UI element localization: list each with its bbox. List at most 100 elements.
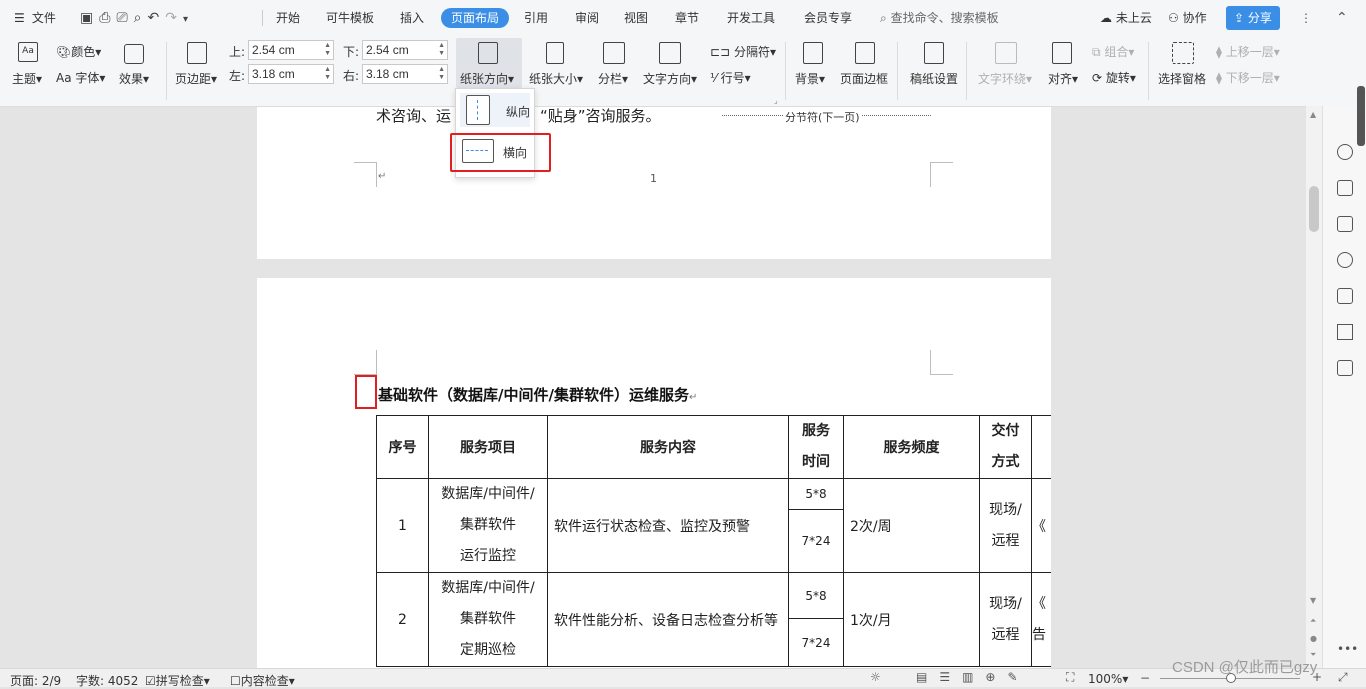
share-button[interactable]: ⇪ 分享 (1226, 6, 1280, 30)
cursor-icon[interactable] (1337, 324, 1353, 340)
spinner-icon[interactable]: ▲ ▼ (324, 42, 331, 58)
right-side-panel: ••• (1322, 86, 1366, 668)
scroll-down-icon[interactable]: ▼ (1310, 596, 1316, 605)
tab-developer[interactable]: 开发工具 (727, 0, 775, 36)
selection-pane-button[interactable]: 选择窗格 (1158, 70, 1206, 87)
font-icon: Aa (56, 71, 72, 85)
fit-page-icon[interactable]: ⛶ (1066, 670, 1074, 685)
tab-view[interactable]: 视图 (624, 0, 648, 36)
paper-size-button[interactable]: 纸张大小▾ (529, 70, 583, 87)
book-icon[interactable] (1337, 288, 1353, 304)
prev-page-icon[interactable]: ⏶ (1310, 616, 1316, 626)
undo-icon[interactable]: ↶ (147, 10, 165, 26)
separator-button[interactable]: ⊏⊐ 分隔符▾ (710, 43, 776, 60)
page-1: 术咨询、运 方位，“贴身”咨询服务。 分节符(下一页) ↵ 1 (257, 107, 1051, 259)
margin-button[interactable]: 页边距▾ (175, 70, 217, 87)
word-count[interactable]: 字数: 4052 (76, 672, 138, 689)
save-icon[interactable]: ▣ (80, 10, 99, 26)
compass-icon[interactable] (1337, 252, 1353, 268)
text-direction-button[interactable]: 文字方向▾ (643, 70, 697, 87)
select-browse-icon[interactable]: ● (1310, 634, 1317, 643)
paragraph-mark: ↵ (378, 171, 387, 182)
spell-check-toggle[interactable]: ☑拼写检查▾ (145, 672, 210, 689)
font-button[interactable]: Aa 字体▾ (56, 69, 105, 86)
page-indicator[interactable]: 页面: 2/9 (10, 672, 61, 689)
manuscript-button[interactable]: 稿纸设置 (910, 70, 958, 87)
print-icon[interactable]: ⎚ (116, 10, 133, 26)
more-icon[interactable]: ••• (1337, 642, 1358, 656)
tab-page-layout[interactable]: 页面布局 (441, 8, 510, 28)
margin-top-input[interactable]: 2.54 cm ▲ ▼ (248, 40, 334, 60)
sliders-icon[interactable] (1337, 216, 1353, 232)
theme-icon: Aa (18, 42, 38, 62)
page-border-button[interactable]: 页面边框 (840, 70, 888, 87)
margin-left-label: 左: (229, 69, 246, 83)
file-menu-button[interactable]: ☰ 文件 (14, 0, 56, 36)
export-pdf-icon[interactable]: ⎙ (99, 10, 116, 26)
background-button[interactable]: 背景▾ (795, 70, 825, 87)
customize-icon[interactable]: ▾ (183, 14, 194, 25)
rotate-icon: ⟳ (1092, 71, 1103, 85)
effect-icon (124, 44, 144, 64)
background-icon (803, 42, 823, 64)
text-wrap-button[interactable]: 文字环绕▾ (978, 70, 1032, 87)
tab-templates[interactable]: 可牛模板 (326, 0, 374, 36)
tab-insert[interactable]: 插入 (400, 0, 424, 36)
header-cell (1031, 415, 1052, 479)
scrollbar-thumb[interactable] (1309, 186, 1319, 232)
pen-icon[interactable] (1337, 180, 1353, 196)
header-cell: 服务频度 (843, 415, 980, 479)
zoom-out-icon[interactable]: − (1140, 671, 1150, 685)
cloud-icon: ☁ (1100, 11, 1112, 25)
margin-left-input[interactable]: 3.18 cm ▲ ▼ (248, 64, 334, 84)
eye-protection-icon[interactable]: ☼ (870, 670, 881, 684)
tab-chapter[interactable]: 章节 (675, 0, 699, 36)
theme-button[interactable]: 主题▾ (12, 70, 42, 87)
vertical-scrollbar[interactable]: ▲ ▼ ⏶ ● ⏷ (1306, 106, 1322, 668)
group-button[interactable]: ⧉ 组合▾ (1092, 43, 1134, 60)
fullscreen-icon[interactable]: ⤢ (1338, 670, 1348, 685)
tab-review[interactable]: 审阅 (575, 0, 599, 36)
content-check-toggle[interactable]: ☐内容检查▾ (230, 672, 295, 689)
spinner-icon[interactable]: ▲ ▼ (438, 66, 445, 82)
print-preview-icon[interactable]: ⌕ (134, 10, 148, 26)
service-table: 序号 服务项目 服务内容 服务 时间 服务频度 交付 方式 1 数据库/中间件/集群… (376, 415, 1052, 667)
columns-button[interactable]: 分栏▾ (598, 70, 628, 87)
palette-icon: 🎨︎ (56, 45, 72, 59)
collapse-ribbon-icon[interactable]: ⌃ (1336, 0, 1348, 36)
redo-icon[interactable]: ↷ (165, 10, 183, 26)
highlight-box-cursor (355, 375, 377, 409)
rotate-button[interactable]: ⟳ 旋转▾ (1092, 69, 1136, 86)
margin-corner-mark (930, 350, 953, 375)
cloud-status-button[interactable]: ☁ 未上云 (1100, 0, 1152, 36)
effect-button[interactable]: 效果▾ (119, 70, 149, 87)
view-mode-icons[interactable]: ▤☰▥⊕✎ (916, 670, 1030, 684)
rocket-icon[interactable] (1337, 144, 1353, 160)
orientation-button[interactable]: 纸张方向▾ (460, 70, 514, 87)
scroll-up-icon[interactable]: ▲ (1310, 110, 1316, 119)
image-tool-icon[interactable] (1337, 360, 1353, 376)
send-backward-button[interactable]: ⧫ 下移一层▾ (1216, 69, 1280, 86)
landscape-highlight-box (450, 133, 551, 172)
line-number-button[interactable]: ⅟ 行号▾ (710, 69, 751, 86)
bring-forward-button[interactable]: ⧫ 上移一层▾ (1216, 43, 1280, 60)
spinner-icon[interactable]: ▲ ▼ (438, 42, 445, 58)
zoom-level[interactable]: 100%▾ (1088, 672, 1128, 686)
margin-bottom-input[interactable]: 2.54 cm ▲ ▼ (362, 40, 448, 60)
dialog-launcher-icon[interactable]: ⌟ (774, 96, 778, 105)
margin-top-label: 上: (229, 45, 246, 59)
tab-start[interactable]: 开始 (276, 0, 300, 36)
spinner-icon[interactable]: ▲ ▼ (324, 66, 331, 82)
collab-button[interactable]: ⚇ 协作 (1168, 0, 1207, 36)
command-search[interactable]: ⌕ 查找命令、搜索模板 (880, 0, 999, 36)
tab-references[interactable]: 引用 (524, 0, 548, 36)
color-button[interactable]: 🎨︎颜色▾ (56, 43, 101, 60)
margin-right-input[interactable]: 3.18 cm ▲ ▼ (362, 64, 448, 84)
align-button[interactable]: 对齐▾ (1048, 70, 1078, 87)
table-cell: 软件性能分析、设备日志检查分析等 (547, 572, 789, 667)
panel-edge-handle[interactable] (1357, 86, 1365, 146)
table-cell: 5*8 (788, 571, 844, 620)
portrait-option[interactable]: 纵向 (460, 93, 530, 127)
tab-membership[interactable]: 会员专享 (804, 0, 852, 36)
more-options-icon[interactable]: ⋮ (1300, 0, 1312, 36)
